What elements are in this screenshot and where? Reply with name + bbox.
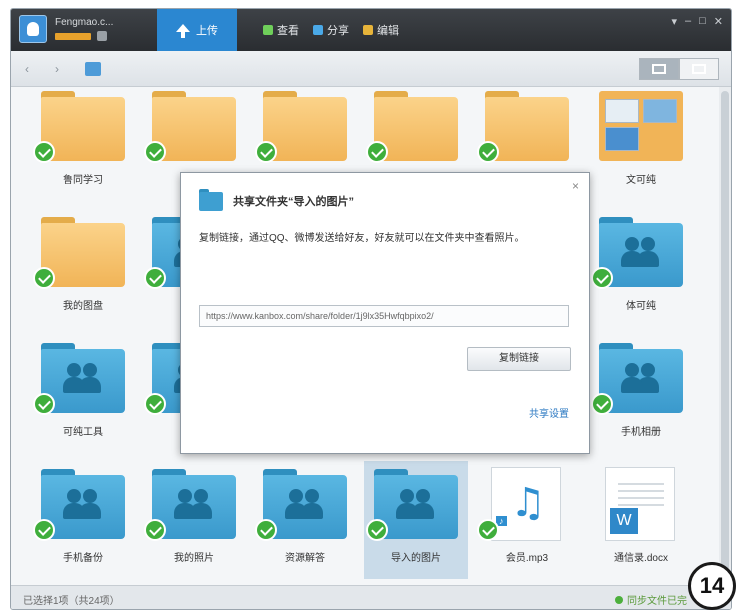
share-folder-dialog: × 共享文件夹“导入的图片” 复制链接，通过QQ、微博发送给好友，好友就可以在文… (180, 172, 590, 454)
back-arrow-icon[interactable]: ‹ (25, 62, 29, 76)
shared-folder-item[interactable]: 我的照片 (142, 461, 246, 579)
toolbar-actions: 查看 分享 编辑 (263, 22, 399, 38)
vip-badge (55, 33, 91, 40)
item-label: 手机备份 (63, 553, 103, 564)
list-view-button[interactable] (679, 58, 719, 80)
synced-check-icon (144, 393, 166, 415)
pencil-icon (363, 25, 373, 35)
synced-check-icon (591, 393, 613, 415)
item-label: 可纯工具 (63, 427, 103, 438)
item-label: 鲁同学习 (63, 175, 103, 186)
folder-item[interactable]: 我的图盘 (31, 209, 135, 327)
view-button[interactable]: 查看 (263, 22, 299, 38)
menu-dropdown-icon[interactable]: ▾ (671, 15, 677, 28)
upload-label: 上传 (196, 25, 218, 37)
navigation-bar: ‹ › (11, 51, 731, 87)
view-toggle (639, 58, 719, 80)
shared-folder-item[interactable]: 体可纯 (589, 209, 693, 327)
synced-check-icon (477, 141, 499, 163)
file-item-mp3[interactable]: ♫ ♪ 会员.mp3 (475, 461, 579, 579)
minimize-icon[interactable]: – (685, 15, 691, 28)
thumbnail-view-icon (652, 64, 666, 74)
close-icon[interactable]: ✕ (714, 15, 723, 28)
item-label: 资源解答 (285, 553, 325, 564)
shared-folder-item[interactable]: 手机相册 (589, 335, 693, 453)
dialog-description: 复制链接，通过QQ、微博发送给好友，好友就可以在文件夹中查看照片。 (199, 233, 525, 244)
upload-button[interactable]: 上传 (157, 9, 237, 51)
item-label: 我的图盘 (63, 301, 103, 312)
share-label: 分享 (327, 25, 349, 37)
synced-check-icon (477, 519, 499, 541)
step-number-badge: 14 (688, 562, 736, 610)
item-label: 体可纯 (626, 301, 656, 312)
app-logo-icon (19, 15, 47, 43)
synced-check-icon (255, 519, 277, 541)
maximize-icon[interactable]: □ (699, 15, 706, 28)
image-folder-item[interactable]: 文可纯 (589, 87, 693, 201)
status-bar: 已选择1项（共24项） 同步文件已完 (11, 585, 731, 609)
forward-arrow-icon[interactable]: › (55, 62, 59, 76)
window-controls: ▾ – □ ✕ (671, 15, 723, 28)
copy-link-button[interactable]: 复制链接 (467, 347, 571, 371)
selected-folder-item[interactable]: 导入的图片 (364, 461, 468, 579)
synced-check-icon (144, 141, 166, 163)
file-item-docx[interactable]: W 通信录.docx (589, 461, 693, 579)
synced-check-icon (33, 393, 55, 415)
synced-check-icon (591, 267, 613, 289)
edit-label: 编辑 (377, 25, 399, 37)
synced-check-icon (366, 519, 388, 541)
synced-check-icon (144, 519, 166, 541)
item-label: 导入的图片 (391, 553, 441, 564)
item-label: 我的照片 (174, 553, 214, 564)
synced-check-icon (33, 519, 55, 541)
synced-check-icon (144, 267, 166, 289)
dialog-title: 共享文件夹“导入的图片” (233, 196, 354, 208)
user-name[interactable]: Fengmao.c... (55, 17, 113, 28)
item-label: 通信录.docx (614, 553, 668, 564)
selection-status: 已选择1项（共24项） (23, 596, 120, 607)
share-link-field[interactable]: https://www.kanbox.com/share/folder/1j9l… (199, 305, 569, 327)
synced-check-icon (33, 267, 55, 289)
sync-status[interactable]: 同步文件已完 (615, 592, 687, 607)
view-icon (263, 25, 273, 35)
account-settings-icon[interactable] (97, 31, 107, 41)
list-view-icon (692, 64, 706, 74)
synced-check-icon (33, 141, 55, 163)
title-bar: Fengmao.c... 上传 查看 分享 编辑 ▾ – □ ✕ (11, 9, 731, 51)
shared-folder-icon (199, 189, 223, 211)
shared-folder-item[interactable]: 资源解答 (253, 461, 357, 579)
vertical-scrollbar[interactable] (719, 87, 731, 587)
thumbnail-view-button[interactable] (639, 58, 679, 80)
upload-arrow-icon (176, 24, 190, 38)
share-button[interactable]: 分享 (313, 22, 349, 38)
sync-status-icon (615, 595, 623, 604)
share-settings-link[interactable]: 共享设置 (529, 405, 569, 420)
scrollbar-thumb[interactable] (721, 91, 729, 571)
music-note-icon: ♫ (510, 480, 546, 526)
item-label: 手机相册 (621, 427, 661, 438)
synced-check-icon (255, 141, 277, 163)
folder-item[interactable]: 鲁同学习 (31, 87, 135, 201)
item-label: 会员.mp3 (505, 553, 549, 564)
view-label: 查看 (277, 25, 299, 37)
item-label: 文可纯 (626, 175, 656, 186)
shared-folder-item[interactable]: 手机备份 (31, 461, 135, 579)
music-file-icon: ♫ ♪ (491, 467, 561, 541)
share-icon (313, 25, 323, 35)
image-collection-icon (599, 91, 683, 161)
word-document-icon: W (605, 467, 675, 541)
edit-button[interactable]: 编辑 (363, 22, 399, 38)
synced-check-icon (366, 141, 388, 163)
sync-status-label: 同步文件已完 (627, 596, 687, 607)
dialog-close-icon[interactable]: × (572, 179, 579, 193)
current-folder-icon[interactable] (85, 62, 101, 76)
shared-folder-item[interactable]: 可纯工具 (31, 335, 135, 453)
